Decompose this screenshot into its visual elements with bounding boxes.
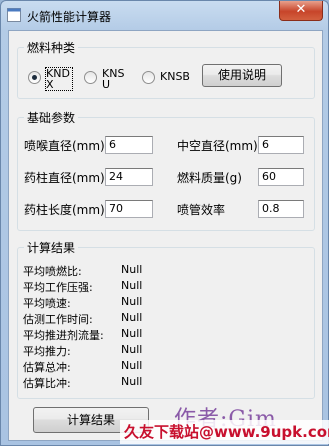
results-legend: 计算结果	[27, 241, 76, 255]
result-label: 估算比冲:	[23, 377, 71, 390]
radio-knsb-label: KNSB	[160, 70, 190, 83]
close-button[interactable]: ✕	[279, 1, 323, 21]
result-label: 平均工作压强:	[23, 281, 93, 294]
fuel-mass-label: 燃料质量(g)	[177, 171, 242, 185]
site-watermark: 久友下载站@www.9upk.com	[120, 420, 329, 444]
window-title: 火箭性能计算器	[27, 10, 112, 24]
grain-diameter-label: 药柱直径(mm)	[24, 171, 105, 185]
result-label: 平均推进剂流量:	[23, 329, 104, 342]
radio-kndx-circle[interactable]	[28, 71, 41, 84]
radio-knsu-label: KNSU	[102, 67, 125, 91]
result-value: Null	[121, 375, 143, 388]
grain-length-label: 药柱长度(mm)	[24, 203, 105, 217]
result-value: Null	[121, 263, 143, 276]
grain-diameter-input[interactable]: 24	[105, 168, 153, 186]
result-value: Null	[121, 343, 143, 356]
result-value: Null	[121, 327, 143, 340]
radio-knsu-circle[interactable]	[84, 71, 97, 84]
nozzle-efficiency-input[interactable]: 0.8	[258, 200, 304, 218]
core-diameter-label: 中空直径(mm)	[177, 139, 258, 153]
result-value: Null	[121, 279, 143, 292]
radio-knsu[interactable]: KNSU	[84, 68, 128, 90]
result-value: Null	[121, 295, 143, 308]
client-area: 燃料种类 KNDX KNSU KNSB 使用说明 基础参数 喷喉直径(mm) 6…	[8, 30, 323, 441]
throat-diameter-label: 喷喉直径(mm)	[24, 139, 105, 153]
help-button[interactable]: 使用说明	[202, 64, 282, 87]
nozzle-efficiency-label: 喷管效率	[177, 203, 226, 217]
radio-knsb-circle[interactable]	[142, 71, 155, 84]
fuel-mass-input[interactable]: 60	[258, 168, 304, 186]
fuel-type-legend: 燃料种类	[27, 41, 76, 55]
grain-length-input[interactable]: 70	[105, 200, 153, 218]
result-label: 平均推力:	[23, 345, 71, 358]
result-label: 估算总冲:	[23, 361, 71, 374]
radio-knsb[interactable]: KNSB	[142, 68, 200, 84]
app-window: 火箭性能计算器 ✕ 燃料种类 KNDX KNSU KNSB 使用说明 基础参数 …	[0, 0, 329, 446]
radio-kndx-label: KNDX	[45, 67, 73, 91]
radio-kndx[interactable]: KNDX	[28, 67, 73, 91]
result-value: Null	[121, 311, 143, 324]
core-diameter-input[interactable]: 6	[258, 136, 304, 154]
result-label: 估测工作时间:	[23, 313, 93, 326]
title-bar[interactable]: 火箭性能计算器 ✕	[1, 1, 328, 29]
result-label: 平均喷速:	[23, 297, 71, 310]
result-label: 平均喷燃比:	[23, 265, 82, 278]
throat-diameter-input[interactable]: 6	[105, 136, 153, 154]
result-value: Null	[121, 359, 143, 372]
params-legend: 基础参数	[27, 111, 76, 125]
app-icon	[7, 8, 21, 22]
